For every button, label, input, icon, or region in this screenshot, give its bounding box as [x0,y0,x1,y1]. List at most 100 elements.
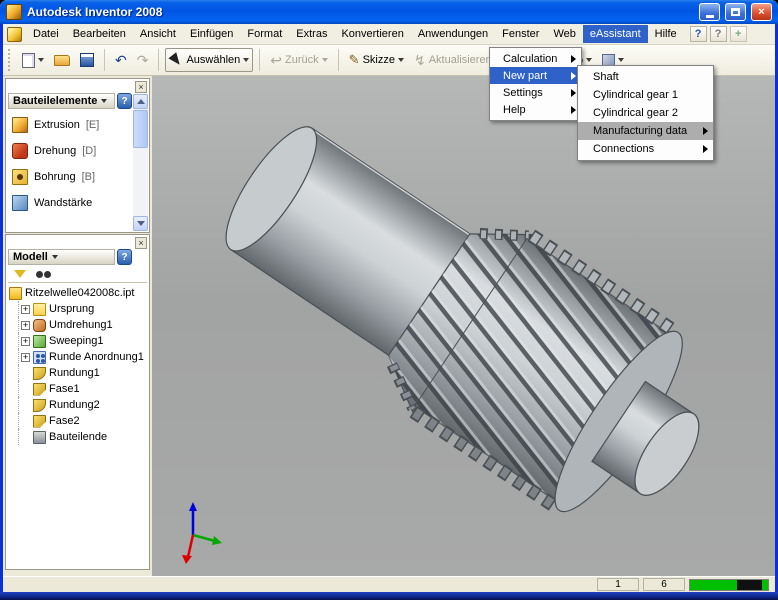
model-panel-close-icon[interactable]: × [135,237,147,249]
cursor-icon [169,52,184,68]
scroll-up-button[interactable] [133,94,148,109]
tree-item-fase1[interactable]: Fase1 [18,381,147,397]
menu-eassistant[interactable]: eAssistant [583,25,648,43]
part-file-icon [9,287,22,300]
new-file-button[interactable] [18,48,48,72]
model-tree: Ritzelwelle042008c.ipt + Ursprung + Umdr… [9,285,147,567]
update-label: Aktualisieren [429,54,492,66]
tree-item-rundung2[interactable]: Rundung2 [18,397,147,413]
add-icon[interactable]: + [730,26,747,42]
menu-ansicht[interactable]: Ansicht [133,25,183,43]
scroll-down-button[interactable] [133,216,148,231]
open-button[interactable] [50,48,74,72]
fillet-feature-icon [33,367,46,380]
toolbar-grip[interactable] [8,49,12,71]
menu-item-calculation[interactable]: Calculation [490,50,581,67]
menu-web[interactable]: Web [546,25,582,43]
filter-icon[interactable] [14,270,26,278]
back-button[interactable]: ↩ Zurück [266,48,331,72]
sketch-pencil-icon: ✎ [349,53,360,67]
menu-item-connections[interactable]: Connections [578,140,713,158]
menu-konvertieren[interactable]: Konvertieren [334,25,410,43]
save-disk-icon [80,53,94,67]
feature-label: Drehung [34,145,76,157]
menu-item-new-part[interactable]: New part [490,67,581,84]
feature-item-bohrung[interactable]: Bohrung [B] [10,165,129,189]
menu-item-cylindrical-gear-2[interactable]: Cylindrical gear 2 [578,104,713,122]
submenu-arrow-icon [571,106,576,114]
menu-item-manufacturing-data[interactable]: Manufacturing data [578,122,713,140]
tree-item-rundung1[interactable]: Rundung1 [18,365,147,381]
save-button[interactable] [76,48,98,72]
maximize-icon [731,8,740,16]
tree-item-bauteilende[interactable]: Bauteilende [18,429,147,445]
expand-icon[interactable]: + [21,305,30,314]
feature-shortcut: [D] [82,145,96,157]
tree-item-label: Ritzelwelle042008c.ipt [25,287,134,299]
feature-label: Wandstärke [34,197,92,209]
tree-item-sweeping1[interactable]: + Sweeping1 [18,333,147,349]
expand-icon[interactable]: + [21,337,30,346]
model-panel-title[interactable]: Modell [8,249,115,265]
model-panel: × Modell ? Ritzelwelle042008c.ipt + Ursp… [5,234,150,570]
tree-item-runde-anordnung1[interactable]: + Runde Anordnung1 [18,349,147,365]
feature-item-drehung[interactable]: Drehung [D] [10,139,129,163]
undo-button[interactable]: ↶ [111,48,131,72]
feature-item-wandstaerke[interactable]: Wandstärke [10,191,129,215]
maximize-button[interactable] [725,3,746,21]
menu-bearbeiten[interactable]: Bearbeiten [66,25,133,43]
scrollbar-thumb[interactable] [133,110,148,148]
menu-item-label: Settings [503,87,543,99]
sweep-feature-icon [33,335,46,348]
menu-format[interactable]: Format [240,25,289,43]
menu-fenster[interactable]: Fenster [495,25,546,43]
redo-button[interactable]: ↷ [133,48,153,72]
minimize-button[interactable] [699,3,720,21]
tree-item-umdrehung1[interactable]: + Umdrehung1 [18,317,147,333]
feature-item-extrusion[interactable]: Extrusion [E] [10,113,129,137]
menu-item-cylindrical-gear-1[interactable]: Cylindrical gear 1 [578,86,713,104]
eassistant-dropdown-menu: Calculation New part Settings Help [489,47,582,121]
menu-item-settings[interactable]: Settings [490,84,581,101]
menu-item-label: Cylindrical gear 1 [593,89,678,101]
chamfer-feature-icon [33,415,46,428]
tree-item-label: Fase2 [49,415,80,427]
sketch-button[interactable]: ✎ Skizze [345,48,408,72]
expand-icon[interactable]: + [21,353,30,362]
features-scrollbar[interactable] [133,94,148,231]
tree-item-label: Rundung2 [49,399,100,411]
model-panel-help-icon[interactable]: ? [117,249,132,265]
update-button[interactable]: ↯ Aktualisieren [410,48,496,72]
select-tool-button[interactable]: Auswählen [165,48,253,72]
end-of-part-icon [33,431,46,444]
menu-extras[interactable]: Extras [289,25,334,43]
menu-item-shaft[interactable]: Shaft [578,68,713,86]
menubar-icon-group: ? ? + [690,26,747,42]
tree-item-label: Rundung1 [49,367,100,379]
toolbar-separator [158,49,159,71]
features-panel-help-icon[interactable]: ? [117,93,132,109]
fillet-feature-icon [33,399,46,412]
tree-item-fase2[interactable]: Fase2 [18,413,147,429]
find-icon[interactable] [36,271,43,278]
help-icon[interactable]: ? [690,26,707,42]
select-dropdown-icon [243,58,249,62]
features-panel-title[interactable]: Bauteilelemente [8,93,115,109]
submenu-arrow-icon [571,89,576,97]
menu-anwendungen[interactable]: Anwendungen [411,25,495,43]
left-dock-area: × Bauteilelemente ? Extrusion [E] Drehun… [3,76,152,576]
tree-root-item[interactable]: Ritzelwelle042008c.ipt [9,285,147,301]
menu-hilfe[interactable]: Hilfe [648,25,684,43]
sketch-dropdown-icon [398,58,404,62]
context-help-icon[interactable]: ? [710,26,727,42]
tree-item-ursprung[interactable]: + Ursprung [18,301,147,317]
menu-datei[interactable]: Datei [26,25,66,43]
features-panel-close-icon[interactable]: × [135,81,147,93]
model-panel-header-row: Modell ? [8,249,132,265]
expand-icon[interactable]: + [21,321,30,330]
menu-einfuegen[interactable]: Einfügen [183,25,240,43]
menu-item-help[interactable]: Help [490,101,581,118]
axes-triad-icon [182,502,222,564]
close-button[interactable]: × [751,3,772,21]
model-panel-title-label: Modell [13,251,48,263]
